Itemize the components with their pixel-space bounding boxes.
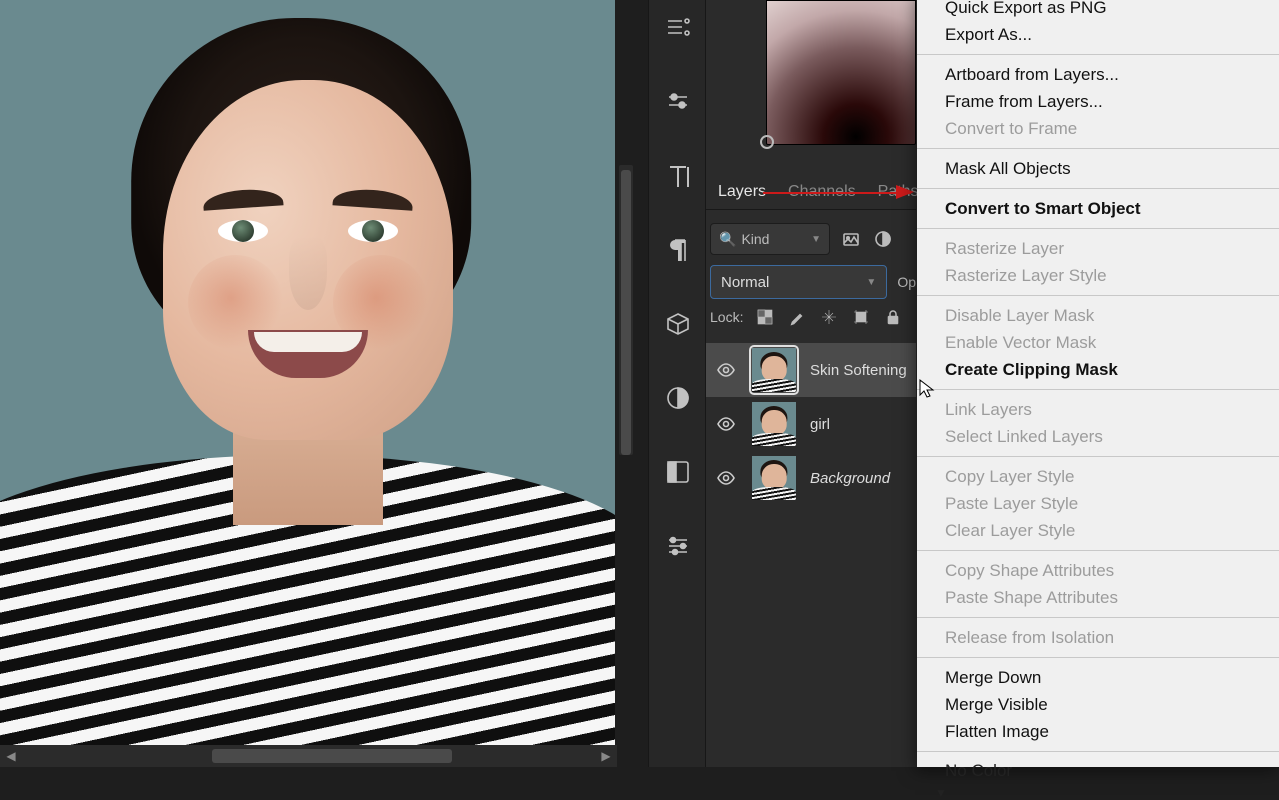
menu-copy-layer-style: Copy Layer Style bbox=[917, 463, 1279, 490]
layer-comp-icon[interactable] bbox=[649, 444, 707, 500]
menu-separator bbox=[917, 188, 1279, 189]
color-picker-preview[interactable] bbox=[766, 0, 916, 145]
menu-separator bbox=[917, 550, 1279, 551]
chevron-down-icon: ▼ bbox=[935, 786, 947, 800]
menu-separator bbox=[917, 751, 1279, 752]
visibility-eye-icon[interactable] bbox=[714, 466, 738, 490]
menu-no-color[interactable]: No Color ▼ bbox=[917, 758, 1279, 784]
vertical-scrollbar[interactable] bbox=[619, 165, 633, 455]
menu-clear-layer-style: Clear Layer Style bbox=[917, 517, 1279, 544]
color-sample-ring-icon bbox=[760, 135, 774, 149]
layer-name[interactable]: Background bbox=[810, 470, 890, 487]
lock-paint-icon[interactable] bbox=[787, 307, 807, 327]
menu-separator bbox=[917, 295, 1279, 296]
menu-convert-to-frame: Convert to Frame bbox=[917, 115, 1279, 142]
scroll-left-arrow-icon[interactable]: ◀ bbox=[0, 745, 22, 767]
portrait-image bbox=[0, 0, 615, 745]
lock-transparency-icon[interactable] bbox=[755, 307, 775, 327]
search-icon: 🔍 bbox=[719, 231, 736, 248]
menu-separator bbox=[917, 617, 1279, 618]
adjustments-icon[interactable] bbox=[649, 518, 707, 574]
blend-mode-select[interactable]: Normal ▼ bbox=[710, 265, 887, 299]
menu-enable-vector-mask: Enable Vector Mask bbox=[917, 329, 1279, 356]
scroll-thumb[interactable] bbox=[212, 749, 452, 763]
chevron-down-icon: ▼ bbox=[811, 234, 821, 245]
text-tool-icon[interactable] bbox=[649, 148, 707, 204]
menu-copy-shape-attributes: Copy Shape Attributes bbox=[917, 557, 1279, 584]
menu-no-color-label: No Color bbox=[945, 761, 1012, 781]
layer-row-girl[interactable]: girl bbox=[706, 397, 916, 451]
menu-convert-to-smart-object[interactable]: Convert to Smart Object bbox=[917, 195, 1279, 222]
menu-frame-from-layers[interactable]: Frame from Layers... bbox=[917, 88, 1279, 115]
menu-rasterize-layer-style: Rasterize Layer Style bbox=[917, 262, 1279, 289]
cube-3d-icon[interactable] bbox=[649, 296, 707, 352]
menu-separator bbox=[917, 54, 1279, 55]
menu-disable-layer-mask: Disable Layer Mask bbox=[917, 302, 1279, 329]
annotation-arrow-line bbox=[763, 192, 911, 194]
menu-mask-all-objects[interactable]: Mask All Objects bbox=[917, 155, 1279, 182]
lock-label: Lock: bbox=[710, 309, 743, 325]
menu-paste-layer-style: Paste Layer Style bbox=[917, 490, 1279, 517]
tab-layers[interactable]: Layers bbox=[718, 183, 766, 201]
menu-separator bbox=[917, 228, 1279, 229]
menu-artboard-from-layers[interactable]: Artboard from Layers... bbox=[917, 61, 1279, 88]
menu-link-layers: Link Layers bbox=[917, 396, 1279, 423]
menu-create-clipping-mask[interactable]: Create Clipping Mask bbox=[917, 356, 1279, 383]
menu-separator bbox=[917, 657, 1279, 658]
menu-export-as[interactable]: Export As... bbox=[917, 21, 1279, 48]
scroll-right-arrow-icon[interactable]: ▶ bbox=[595, 745, 617, 767]
panel-tool-strip bbox=[648, 0, 706, 767]
chevron-down-icon: ▼ bbox=[866, 277, 876, 288]
brush-presets-icon[interactable] bbox=[649, 0, 707, 56]
layer-kind-filter[interactable]: 🔍 Kind ▼ bbox=[710, 223, 830, 255]
menu-paste-shape-attributes: Paste Shape Attributes bbox=[917, 584, 1279, 611]
menu-merge-down[interactable]: Merge Down bbox=[917, 664, 1279, 691]
kind-label: Kind bbox=[741, 231, 769, 247]
layers-list: Skin Softening girl Background bbox=[706, 343, 916, 505]
opacity-label: Op bbox=[897, 274, 916, 290]
menu-separator bbox=[917, 148, 1279, 149]
document-canvas[interactable] bbox=[0, 0, 615, 745]
layer-thumbnail[interactable] bbox=[752, 402, 796, 446]
horizontal-scrollbar[interactable]: ◀ ▶ bbox=[0, 745, 617, 767]
layer-row-background[interactable]: Background bbox=[706, 451, 916, 505]
brush-settings-icon[interactable] bbox=[649, 74, 707, 130]
filter-image-icon[interactable] bbox=[840, 228, 862, 250]
menu-flatten-image[interactable]: Flatten Image bbox=[917, 718, 1279, 745]
menu-release-from-isolation: Release from Isolation bbox=[917, 624, 1279, 651]
lock-artboard-icon[interactable] bbox=[851, 307, 871, 327]
paragraph-icon[interactable] bbox=[649, 222, 707, 278]
visibility-eye-icon[interactable] bbox=[714, 412, 738, 436]
contrast-circle-icon[interactable] bbox=[649, 370, 707, 426]
layer-thumbnail[interactable] bbox=[752, 348, 796, 392]
filter-adjustment-icon[interactable] bbox=[872, 228, 894, 250]
visibility-eye-icon[interactable] bbox=[714, 358, 738, 382]
layer-context-menu: Quick Export as PNG Export As... Artboar… bbox=[917, 0, 1279, 767]
lock-all-icon[interactable] bbox=[883, 307, 903, 327]
layer-name[interactable]: Skin Softening bbox=[810, 362, 907, 379]
scroll-track[interactable] bbox=[22, 748, 595, 764]
menu-select-linked-layers: Select Linked Layers bbox=[917, 423, 1279, 450]
blend-mode-value: Normal bbox=[721, 274, 769, 291]
scroll-thumb-vertical[interactable] bbox=[621, 170, 631, 455]
layer-name[interactable]: girl bbox=[810, 416, 830, 433]
annotation-arrow-head-icon bbox=[896, 185, 914, 199]
layer-filter-row: 🔍 Kind ▼ bbox=[710, 223, 916, 255]
layer-row-skin-softening[interactable]: Skin Softening bbox=[706, 343, 916, 397]
layer-thumbnail[interactable] bbox=[752, 456, 796, 500]
lock-row: Lock: bbox=[710, 307, 916, 327]
menu-merge-visible[interactable]: Merge Visible bbox=[917, 691, 1279, 718]
blend-mode-row: Normal ▼ Op bbox=[710, 265, 916, 299]
lock-position-icon[interactable] bbox=[819, 307, 839, 327]
menu-quick-export-png[interactable]: Quick Export as PNG bbox=[917, 0, 1279, 21]
menu-separator bbox=[917, 389, 1279, 390]
menu-rasterize-layer: Rasterize Layer bbox=[917, 235, 1279, 262]
menu-separator bbox=[917, 456, 1279, 457]
